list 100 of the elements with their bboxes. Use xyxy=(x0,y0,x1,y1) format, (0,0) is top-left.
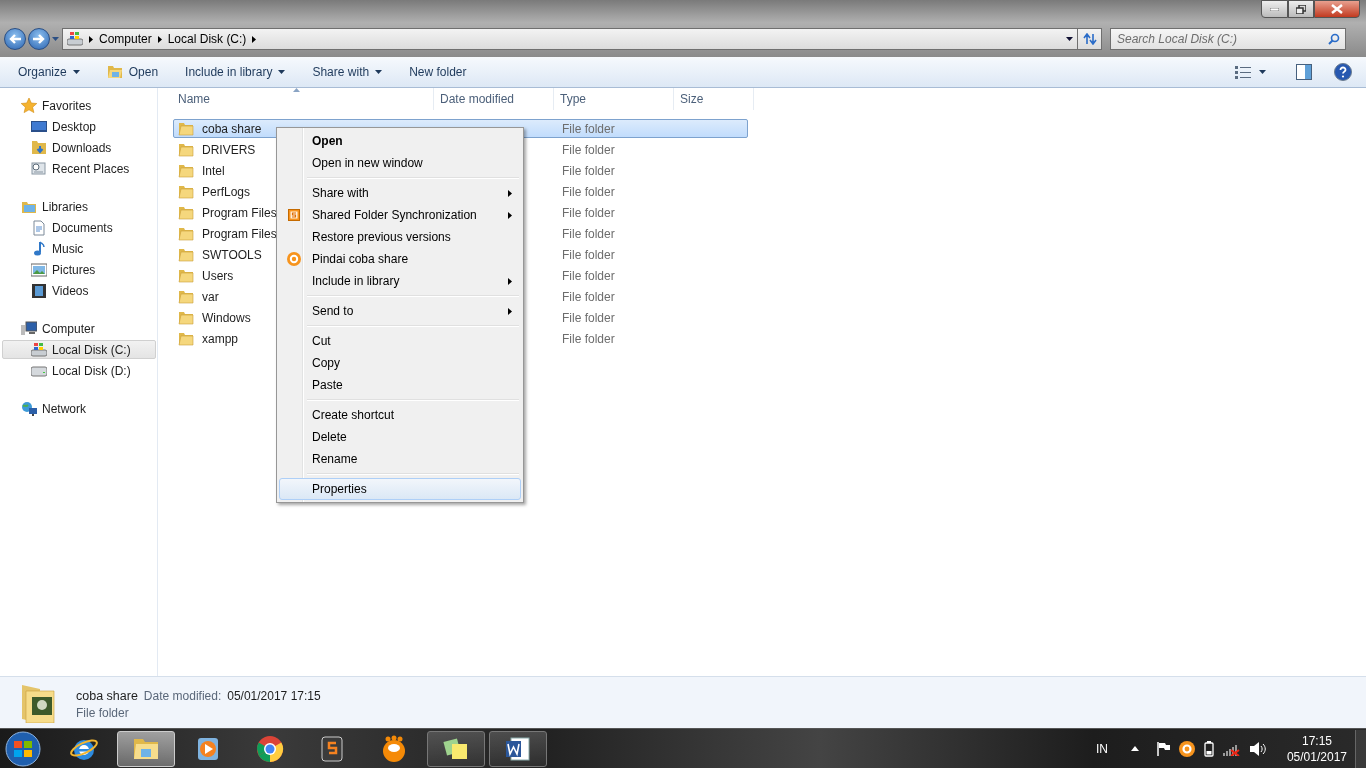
caret-icon xyxy=(72,70,80,74)
field-label: Date modified: xyxy=(143,689,222,703)
file-name[interactable]: Intel xyxy=(202,163,225,178)
file-name[interactable]: var xyxy=(202,289,219,304)
forward-arrow-icon xyxy=(33,34,45,44)
menu-item[interactable]: Restore previous versions xyxy=(279,226,521,248)
sidebar-item[interactable]: Pictures xyxy=(2,260,156,279)
flag-icon[interactable] xyxy=(1155,741,1170,756)
sidebar-item[interactable]: Computer xyxy=(2,319,156,338)
folder-thumbnail-icon xyxy=(20,683,56,723)
file-name[interactable]: coba share xyxy=(202,121,262,136)
menu-item[interactable]: Properties xyxy=(279,478,521,500)
preview-pane-icon[interactable] xyxy=(1296,64,1312,80)
language-indicator[interactable]: IN xyxy=(1095,741,1108,756)
minimize-button[interactable] xyxy=(1261,0,1288,18)
column-header[interactable]: Type xyxy=(554,88,674,110)
help-icon[interactable] xyxy=(1334,63,1352,81)
taskbar-button[interactable] xyxy=(427,730,485,767)
sidebar-item[interactable]: Downloads xyxy=(2,138,156,157)
clock[interactable]: 17:15 05/01/2017 xyxy=(1286,733,1347,764)
toolbar-button[interactable]: Organize xyxy=(10,61,88,83)
sidebar-item[interactable]: Videos xyxy=(2,281,156,300)
chevron-icon xyxy=(157,35,162,43)
close-button[interactable] xyxy=(1314,0,1360,18)
menu-item[interactable]: Include in library xyxy=(279,270,521,292)
menu-item[interactable]: Copy xyxy=(279,352,521,374)
folder-icon xyxy=(178,310,194,325)
file-name[interactable]: Program Files xyxy=(202,205,277,220)
view-caret-icon[interactable] xyxy=(1259,70,1266,74)
toolbar-button[interactable]: New folder xyxy=(401,61,475,83)
ring-icon xyxy=(287,252,301,266)
search-field[interactable]: Search Local Disk (C:) xyxy=(1110,28,1346,50)
back-button[interactable] xyxy=(4,28,26,50)
network-icon xyxy=(21,400,37,417)
sidebar-item[interactable]: Local Disk (D:) xyxy=(2,361,156,380)
menu-item[interactable]: Shared Folder Synchronization xyxy=(279,204,521,226)
file-name[interactable]: PerfLogs xyxy=(202,184,251,199)
forward-button[interactable] xyxy=(28,28,50,50)
menu-item[interactable]: Send to xyxy=(279,300,521,322)
menu-item[interactable]: Rename xyxy=(279,448,521,470)
file-name[interactable]: Windows xyxy=(202,310,251,325)
computer-icon xyxy=(21,320,37,337)
menu-item[interactable]: Pindai coba share xyxy=(279,248,521,270)
column-header[interactable]: Date modified xyxy=(434,88,554,110)
taskbar-button[interactable] xyxy=(117,730,175,767)
breadcrumb[interactable]: Computer xyxy=(99,32,152,46)
folder-icon xyxy=(178,142,194,157)
sidebar-item[interactable]: Recent Places xyxy=(2,159,156,178)
submenu-arrow-icon xyxy=(508,212,512,219)
speaker-icon[interactable] xyxy=(1249,741,1266,756)
sidebar-item[interactable]: Network xyxy=(2,399,156,418)
menu-item[interactable]: Open xyxy=(279,130,521,152)
folder-icon xyxy=(106,65,123,79)
toolbar-button[interactable]: Include in library xyxy=(177,61,294,83)
folder-icon xyxy=(178,226,194,241)
column-header[interactable]: Size xyxy=(674,88,754,110)
file-name[interactable]: Program Files xyxy=(202,226,277,241)
refresh-button[interactable] xyxy=(1078,28,1102,50)
sidebar-item[interactable]: Desktop xyxy=(2,117,156,136)
start-orb-icon[interactable] xyxy=(5,730,41,767)
show-hidden-icons-arrow-icon[interactable] xyxy=(1130,746,1139,751)
folder-icon xyxy=(178,163,194,178)
file-type: File folder xyxy=(562,226,615,241)
dropdown-caret-icon[interactable] xyxy=(1066,37,1073,41)
sidebar-item[interactable]: Documents xyxy=(2,218,156,237)
column-header[interactable]: Name xyxy=(172,88,434,110)
chevron-icon xyxy=(89,35,93,43)
music-note-icon xyxy=(31,240,47,257)
folder-icon xyxy=(178,205,194,220)
view-list-icon[interactable] xyxy=(1235,65,1251,79)
taskbar-button[interactable] xyxy=(489,730,547,767)
sidebar-item[interactable]: Local Disk (C:) xyxy=(2,340,156,359)
menu-item[interactable]: Open in new window xyxy=(279,152,521,174)
recent-pages-caret-icon[interactable] xyxy=(52,37,59,41)
menu-item[interactable]: Create shortcut xyxy=(279,404,521,426)
caret-icon xyxy=(375,70,383,74)
sidebar-item[interactable]: Libraries xyxy=(2,197,156,216)
file-name[interactable]: SWTOOLS xyxy=(202,247,262,262)
folder-icon xyxy=(178,289,194,304)
address-bar[interactable]: Computer Local Disk (C:) xyxy=(62,28,1078,50)
breadcrumb[interactable]: Local Disk (C:) xyxy=(167,32,247,46)
battery-icon[interactable] xyxy=(1203,740,1214,757)
restore-button[interactable] xyxy=(1288,0,1314,18)
sidebar-item[interactable]: Music xyxy=(2,239,156,258)
file-name[interactable]: Users xyxy=(202,268,234,283)
back-arrow-icon xyxy=(9,34,21,44)
ring-icon[interactable] xyxy=(1178,740,1195,757)
show-desktop-button[interactable] xyxy=(1355,729,1366,768)
file-type: File folder xyxy=(562,184,615,199)
menu-item[interactable]: Share with xyxy=(279,182,521,204)
menu-item[interactable]: Paste xyxy=(279,374,521,396)
menu-item[interactable]: Delete xyxy=(279,426,521,448)
toolbar-button[interactable]: Open xyxy=(98,61,167,83)
sidebar-item[interactable]: Favorites xyxy=(2,96,156,115)
file-type: File folder xyxy=(562,268,615,283)
file-name[interactable]: xampp xyxy=(202,331,239,346)
file-type: File folder xyxy=(562,289,615,304)
toolbar-button[interactable]: Share with xyxy=(304,61,391,83)
menu-item[interactable]: Cut xyxy=(279,330,521,352)
file-name[interactable]: DRIVERS xyxy=(202,142,256,157)
